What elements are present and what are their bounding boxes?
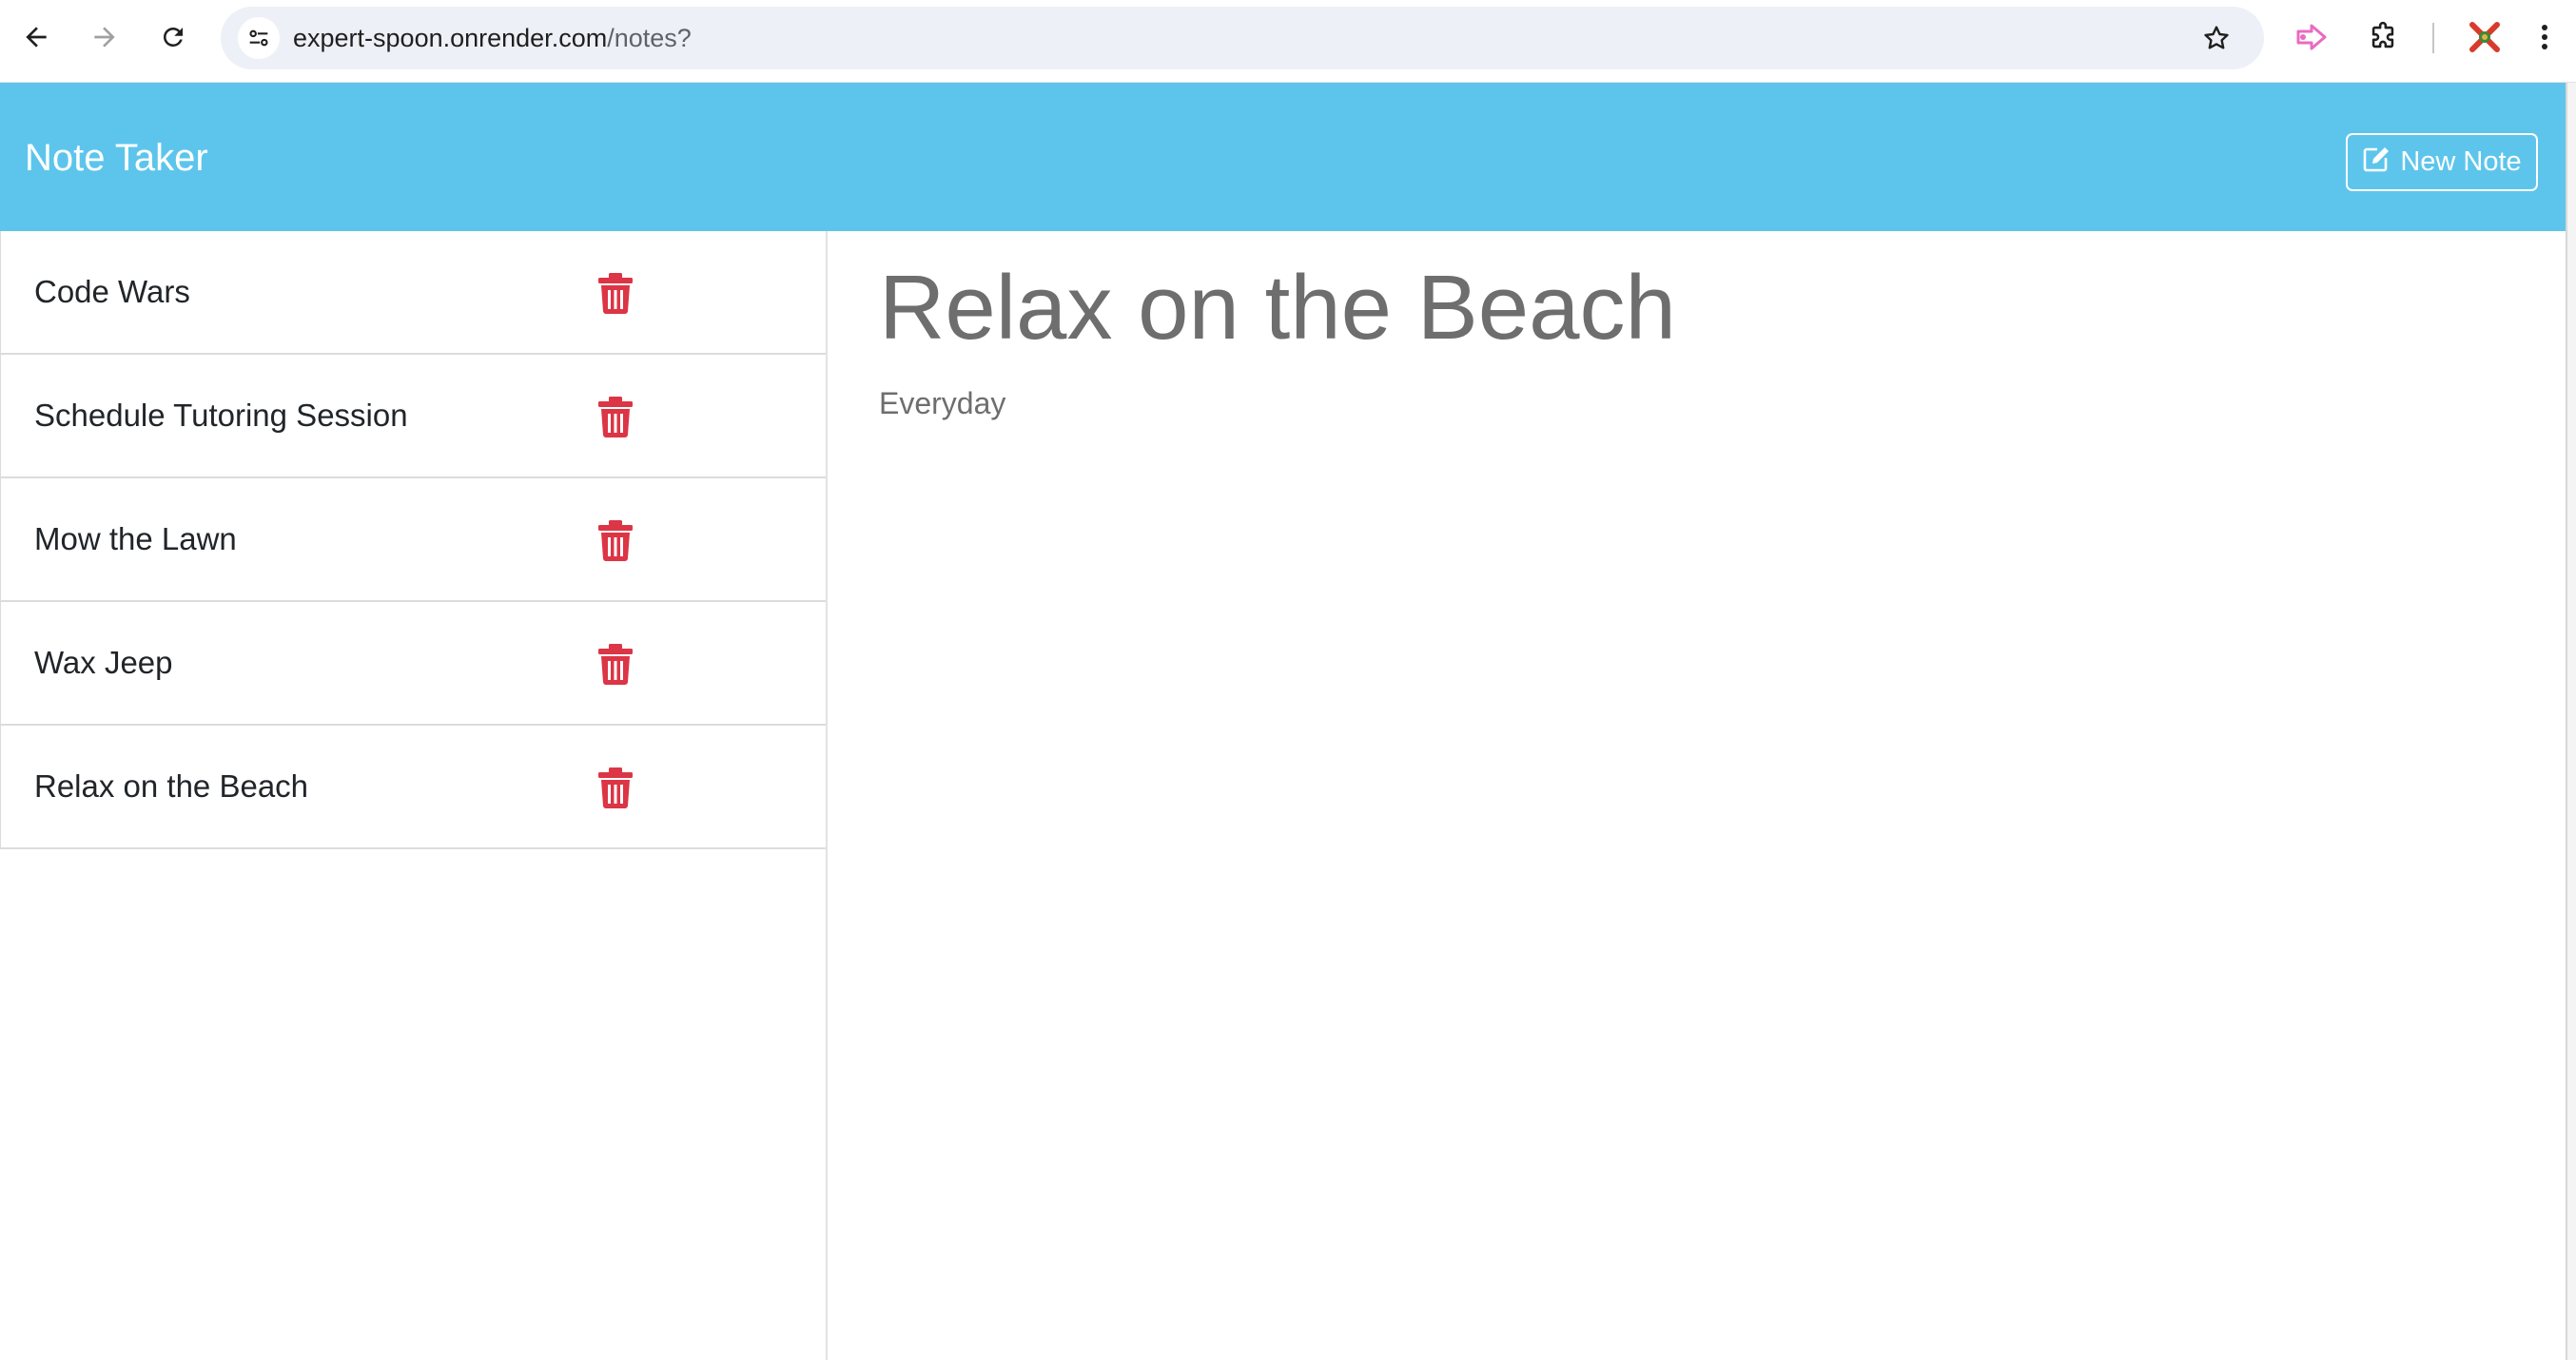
browser-menu-icon[interactable]: [2530, 16, 2559, 58]
extension-arrow-icon[interactable]: [2291, 16, 2332, 58]
trash-icon[interactable]: [596, 643, 634, 685]
new-note-label: New Note: [2400, 146, 2522, 177]
profile-avatar-icon[interactable]: [2464, 16, 2506, 58]
note-title-label: Mow the Lawn: [34, 521, 237, 556]
note-text-area[interactable]: Everyday: [879, 384, 1005, 422]
trash-icon[interactable]: [596, 272, 634, 314]
list-item[interactable]: Schedule Tutoring Session: [0, 355, 826, 478]
note-title-input[interactable]: Relax on the Beach: [879, 256, 1676, 360]
app-navbar: Note Taker New Note: [0, 83, 2566, 231]
page-scrollbar[interactable]: [2566, 83, 2576, 1360]
note-title-label: Schedule Tutoring Session: [34, 398, 408, 433]
url-host: expert-spoon.onrender.com: [293, 24, 608, 52]
trash-icon[interactable]: [596, 396, 634, 437]
url-path: /notes?: [607, 24, 692, 52]
note-title-label: Wax Jeep: [34, 645, 173, 680]
note-title-label: Relax on the Beach: [34, 768, 309, 804]
edit-icon: [2362, 146, 2391, 180]
forward-icon[interactable]: [84, 16, 126, 58]
address-bar[interactable]: expert-spoon.onrender.com/notes?: [221, 7, 2264, 69]
note-editor: Relax on the Beach Everyday: [829, 231, 2566, 1360]
extensions-puzzle-icon[interactable]: [2362, 16, 2404, 58]
back-icon[interactable]: [15, 16, 57, 58]
site-settings-icon[interactable]: [238, 17, 280, 59]
toolbar-divider: [2432, 23, 2434, 53]
browser-toolbar: expert-spoon.onrender.com/notes?: [0, 0, 2576, 83]
bookmark-star-icon[interactable]: [2195, 17, 2237, 59]
list-item[interactable]: Code Wars: [0, 231, 826, 355]
list-item[interactable]: Wax Jeep: [0, 602, 826, 726]
list-item[interactable]: Mow the Lawn: [0, 478, 826, 602]
trash-icon[interactable]: [596, 519, 634, 561]
new-note-button[interactable]: New Note: [2346, 133, 2538, 191]
trash-icon[interactable]: [596, 767, 634, 808]
note-title-label: Code Wars: [34, 274, 190, 309]
list-item[interactable]: Relax on the Beach: [0, 726, 826, 849]
url-text[interactable]: expert-spoon.onrender.com/notes?: [293, 23, 692, 53]
notes-list: Code Wars Schedule Tutoring Session Mow …: [0, 231, 828, 1360]
reload-icon[interactable]: [152, 16, 194, 58]
app-brand[interactable]: Note Taker: [25, 136, 208, 180]
